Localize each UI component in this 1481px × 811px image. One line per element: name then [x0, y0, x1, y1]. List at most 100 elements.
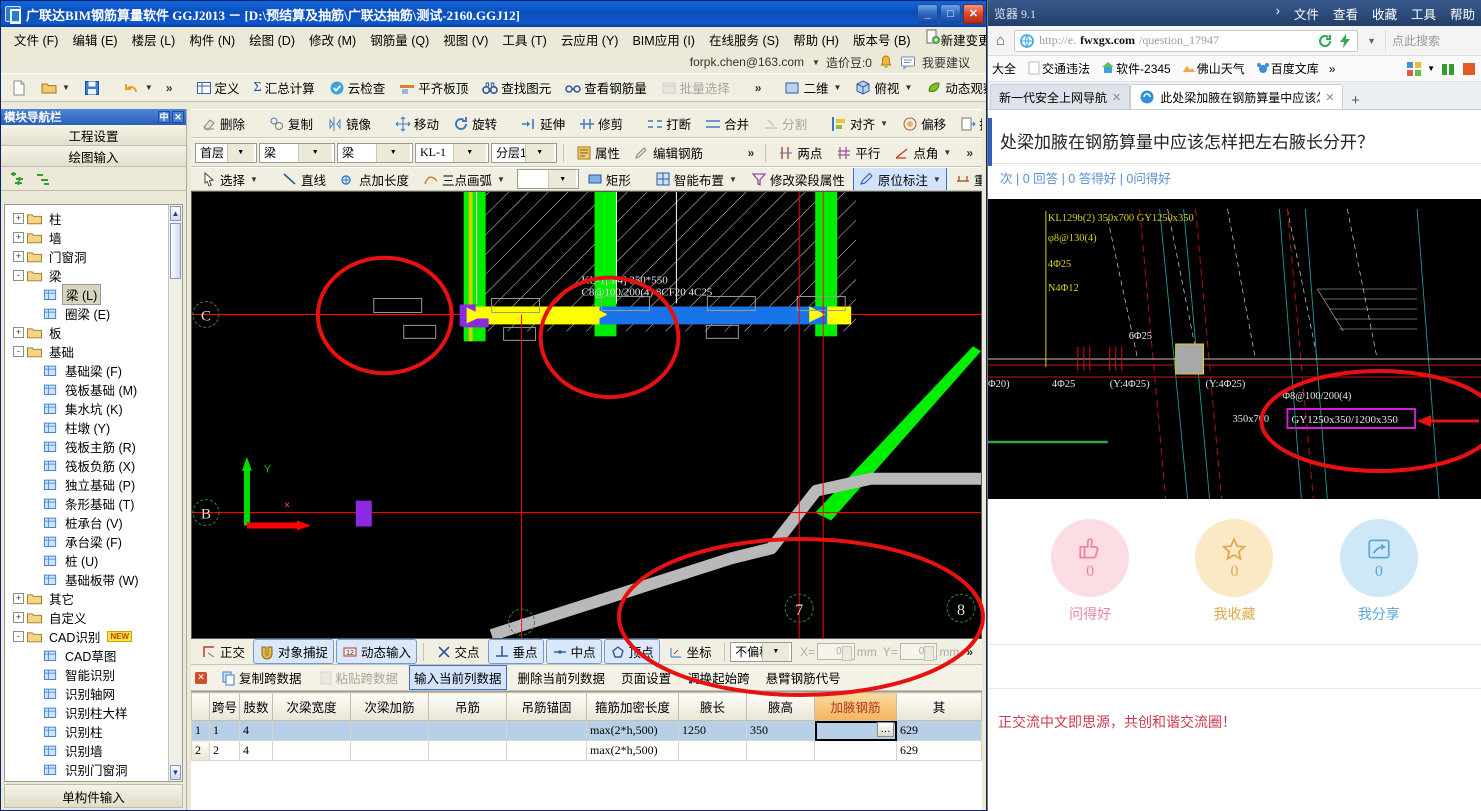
grid-cell[interactable] [428, 720, 507, 741]
break-button[interactable]: 打断 [641, 110, 697, 137]
point-angle-button[interactable]: 点角 ▼ [888, 139, 957, 166]
statusbar-overflow[interactable]: » [961, 645, 978, 659]
tab-navigation-close[interactable]: ✕ [1112, 91, 1121, 104]
tree-item[interactable]: 条形基础 (T) [9, 494, 182, 513]
grid-column-header[interactable]: 吊筋锚固 [506, 692, 587, 721]
lightning-icon[interactable] [1337, 33, 1353, 49]
copy-span-data-button[interactable]: 复制跨数据 [216, 665, 307, 690]
tree-item[interactable]: 圈梁 (E) [9, 304, 182, 323]
grid-column-header[interactable]: 跨号 [209, 692, 240, 721]
menu-draw[interactable]: 绘图 (D) [242, 27, 302, 52]
tree-expander[interactable]: + [13, 251, 24, 262]
grid-cell[interactable] [350, 740, 429, 761]
undo-button[interactable]: ▼ [118, 76, 159, 100]
tree-item[interactable]: CAD草图 [9, 646, 182, 665]
account-email[interactable]: forpk.chen@163.com [690, 55, 804, 69]
browser-menu-view[interactable]: 查看 [1333, 4, 1358, 23]
floor-combo[interactable]: 首层 ▼ [195, 142, 257, 163]
rotate-button[interactable]: 旋转 [447, 110, 503, 137]
tree-expander[interactable]: - [13, 346, 24, 357]
tree-item[interactable]: 识别墙 [9, 741, 182, 760]
input-current-column-button[interactable]: 输入当前列数据 [409, 665, 507, 690]
tree-item[interactable]: 梁 (L) [9, 284, 182, 305]
grid-cell[interactable] [746, 740, 815, 761]
smart-layout-button[interactable]: 智能布置 ▼ [649, 168, 743, 190]
vertex-snap[interactable]: 顶点 [603, 639, 660, 664]
menu-version[interactable]: 版本号 (B) [846, 27, 918, 52]
move-button[interactable]: 移动 [389, 110, 445, 137]
tree-expander[interactable]: + [13, 213, 24, 224]
grid-column-header[interactable]: 箍筋加密长度 [586, 692, 679, 721]
bookmark-weather[interactable]: 佛山天气 [1181, 60, 1245, 77]
bookmark-software[interactable]: 软件-2345 [1100, 60, 1171, 77]
menu-modify[interactable]: 修改 (M) [302, 27, 363, 52]
tab-navigation[interactable]: 新一代安全上网导航 ✕ [990, 84, 1131, 109]
select-tool-button[interactable]: 选择 ▼ [195, 168, 264, 190]
cloud-check-button[interactable]: 云检查 [323, 74, 392, 101]
scroll-thumb[interactable] [170, 223, 181, 279]
menu-bim[interactable]: BIM应用 (I) [625, 27, 702, 52]
grid-cell[interactable]: 4 [239, 740, 273, 761]
grid-column-header[interactable]: 吊筋 [428, 692, 507, 721]
new-tab-button[interactable]: + [1343, 92, 1367, 109]
tree-item[interactable]: 筏板负筋 (X) [9, 456, 182, 475]
grid-cell[interactable] [428, 740, 507, 761]
reaction-good-question[interactable]: 0 问得好 [1051, 519, 1130, 624]
intersection-snap[interactable]: 交点 [430, 639, 486, 664]
grid-cell[interactable]: 629 [896, 720, 982, 741]
menu-view[interactable]: 视图 (V) [436, 27, 495, 52]
ortho-toggle[interactable]: 正交 [195, 639, 251, 664]
delete-button[interactable]: 删除 [195, 110, 251, 137]
tree-expander[interactable]: + [13, 232, 24, 243]
grid-cell[interactable] [272, 720, 351, 741]
tree-item[interactable]: 识别门窗洞 [9, 760, 182, 779]
toolbar1-overflow[interactable]: » [161, 81, 178, 95]
new-file-button[interactable] [5, 76, 33, 100]
tree-item[interactable]: + 墙 [9, 228, 182, 247]
type-combo[interactable]: 梁 ▼ [337, 142, 413, 163]
stretch-button[interactable]: 拉伸 [954, 110, 982, 137]
menu-rebar[interactable]: 钢筋量 (Q) [363, 27, 436, 52]
tab-question[interactable]: 此处梁加腋在钢筋算量中应该怎样 ✕ [1130, 84, 1344, 109]
copy-button[interactable]: 复制 [263, 110, 319, 137]
view-2d-button[interactable]: 二维 ▼ [778, 74, 847, 101]
tree-item[interactable]: 柱墩 (Y) [9, 418, 182, 437]
tree-item[interactable]: 识别柱大样 [9, 703, 182, 722]
menu-component[interactable]: 构件 (N) [182, 27, 242, 52]
new-change-button[interactable]: 新建变更▼ [918, 26, 986, 52]
tree-item[interactable]: -梁 [9, 266, 182, 285]
bookmark-baiduwenku[interactable]: 百度文库 [1255, 60, 1319, 77]
merge-button[interactable]: 合并 [699, 110, 755, 137]
draw-extra-combo[interactable]: ▼ [516, 169, 579, 189]
tab-question-close[interactable]: ✕ [1325, 91, 1334, 104]
search-input[interactable]: 点此搜索 [1385, 29, 1477, 52]
toolbar3-overflow2[interactable]: » [961, 146, 978, 160]
apps-grid-icon[interactable] [1406, 61, 1422, 77]
two-point-button[interactable]: 两点 [772, 139, 828, 166]
browser-menu-tools[interactable]: 工具 [1411, 4, 1436, 23]
grid-cell[interactable] [506, 720, 587, 741]
find-element-button[interactable]: 查找图元 [476, 74, 557, 101]
delete-current-column-button[interactable]: 删除当前列数据 [513, 665, 611, 690]
grid-cell[interactable]: max(2*h,500) [586, 740, 679, 761]
cad-canvas[interactable]: KL-1[5/4] 350*550 C8@100/200(4) 8CF20 4C… [191, 191, 982, 639]
tree-expander[interactable]: + [13, 593, 24, 604]
summary-calc-button[interactable]: Σ 汇总计算 [248, 74, 321, 101]
extend-button[interactable]: 延伸 [515, 110, 571, 137]
menu-online-service[interactable]: 在线服务 (S) [702, 27, 786, 52]
grid-cell[interactable]: 629 [896, 740, 982, 761]
grid-cell[interactable] [814, 740, 897, 761]
grid-column-header[interactable]: 加腋钢筋 [814, 692, 897, 721]
grid-cell[interactable]: … [814, 720, 897, 741]
minimize-button[interactable]: _ [917, 4, 938, 24]
tree-expander[interactable]: + [13, 612, 24, 623]
browser-menu-file[interactable]: 文件 [1294, 4, 1319, 23]
grid-column-header[interactable]: 腋高 [746, 692, 815, 721]
grid-column-header[interactable]: 腋长 [678, 692, 747, 721]
grid-cell[interactable] [678, 740, 747, 761]
grid-cell[interactable]: 4 [239, 720, 273, 741]
suggestion-link[interactable]: 我要建议 [922, 54, 970, 71]
browser-menu-favorites[interactable]: 收藏 [1372, 4, 1397, 23]
offset-button[interactable]: 偏移 [896, 110, 952, 137]
three-point-arc-button[interactable]: 三点画弧 ▼ [417, 168, 511, 190]
